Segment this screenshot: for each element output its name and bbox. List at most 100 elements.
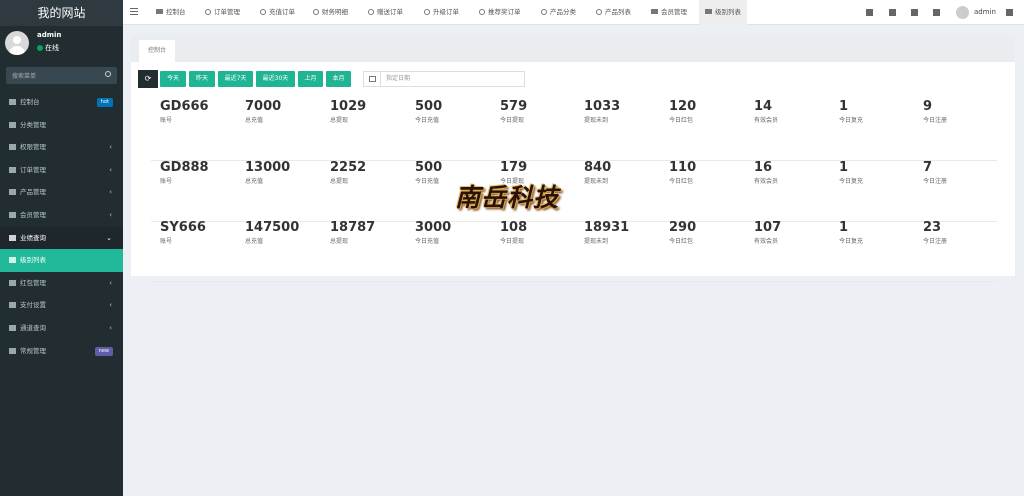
app-title[interactable]: 我的网站 (0, 0, 123, 26)
stat-value: 16 (754, 160, 773, 175)
sidebar-item-level-list[interactable]: 级别列表 (0, 249, 123, 272)
filter-this-month-button[interactable]: 本月 (326, 71, 351, 87)
sidebar-item-performance[interactable]: 业绩查询 ⌄ (0, 226, 123, 250)
user-icon (651, 9, 658, 14)
stat-today-redpacket: 120 今日红包 (669, 100, 696, 125)
table-icon (9, 257, 16, 264)
sidebar-item-general[interactable]: 常规管理 new (0, 340, 123, 363)
calendar-icon (364, 72, 381, 86)
tab-orders[interactable]: 订单管理 (205, 0, 240, 25)
stat-withdraw-pending: 18931 提现未到 (584, 221, 629, 246)
stat-label: 今日复充 (839, 178, 864, 185)
chevron-left-icon: ‹ (109, 188, 112, 197)
sidebar-item-members[interactable]: 会员管理 ‹ (0, 204, 123, 227)
tab-gift-orders[interactable]: 赠送订单 (368, 0, 403, 25)
new-badge: new (94, 346, 113, 356)
home-icon[interactable] (866, 9, 873, 16)
filter-today-button[interactable]: 今天 (160, 71, 186, 87)
gears-icon[interactable] (1006, 9, 1013, 16)
hot-badge: hot (96, 98, 113, 107)
stat-label: 账号 (160, 117, 173, 124)
content-tab-dashboard[interactable]: 控制台 (139, 40, 175, 62)
stat-active-members: 107 有效会员 (754, 220, 782, 246)
content-tab-header: 控制台 (131, 35, 1015, 62)
bitcoin-icon (9, 302, 16, 309)
stat-label: 提现未到 (584, 178, 609, 185)
tab-product-category[interactable]: 产品分类 (541, 0, 576, 25)
tab-product-list[interactable]: 产品列表 (596, 0, 631, 25)
sidebar-item-channel[interactable]: 通道查询 ‹ (0, 317, 123, 340)
tab-label: 订单管理 (214, 8, 240, 16)
user-status: 在线 (37, 43, 59, 53)
tab-members[interactable]: 会员管理 (651, 0, 687, 25)
stat-value: 3000 (415, 220, 452, 235)
tab-dashboard[interactable]: 控制台 (156, 0, 186, 25)
sidebar-item-label: 会员管理 (20, 210, 46, 219)
stat-value: 23 (923, 220, 942, 235)
circle-icon (596, 9, 602, 15)
stat-label: 账号 (160, 238, 173, 245)
bitcoin-icon (9, 324, 16, 331)
search-icon[interactable] (105, 71, 111, 77)
sidebar-item-orders[interactable]: 订单管理 ‹ (0, 159, 123, 182)
filter-last-month-button[interactable]: 上月 (298, 71, 323, 87)
stat-account: SY666 账号 (160, 220, 206, 246)
refresh-button[interactable]: ⟳ (138, 70, 158, 88)
trash-icon[interactable] (889, 9, 896, 16)
stat-value: 107 (754, 220, 782, 235)
stat-label: 总提现 (330, 178, 349, 185)
stats-row: GD888 账号 13000 总充值 2252 总提现 500 今日充值 179 今日提现… (151, 161, 997, 222)
language-icon[interactable] (911, 9, 918, 16)
sidebar-search-placeholder: 搜索菜单 (12, 73, 37, 80)
stats-row: SY666 账号 147500 总充值 18787 总提现 3000 今日充值 108 今… (151, 221, 997, 282)
tab-label: 财务明细 (322, 8, 348, 16)
filter-30days-button[interactable]: 最近30天 (256, 71, 295, 87)
bitcoin-icon (9, 279, 16, 286)
sidebar-item-payment[interactable]: 支付设置 ‹ (0, 294, 123, 317)
filter-7days-button[interactable]: 最近7天 (218, 71, 253, 87)
menu-toggle-icon[interactable] (130, 8, 138, 15)
avatar (5, 31, 29, 55)
sidebar-item-label: 控制台 (20, 98, 40, 106)
avatar[interactable] (956, 6, 969, 19)
chevron-left-icon: ‹ (109, 323, 112, 332)
stat-label: 账号 (160, 178, 173, 185)
stat-value: 18787 (330, 220, 376, 235)
watermark-text: 南岳科技 (455, 183, 560, 212)
stat-value: GD666 (160, 99, 209, 114)
stat-label: 总提现 (330, 238, 349, 245)
sidebar-search-input[interactable]: 搜索菜单 (6, 67, 117, 84)
sidebar-item-dashboard[interactable]: 控制台 hot (0, 91, 123, 114)
circle-icon (313, 9, 319, 15)
list-icon (9, 166, 16, 173)
tab-level-list[interactable]: 级别列表 (699, 0, 747, 25)
filter-yesterday-button[interactable]: 昨天 (189, 71, 215, 87)
list-icon (9, 121, 16, 128)
tab-label: 升级订单 (433, 8, 459, 16)
stat-label: 今日复充 (839, 238, 864, 245)
stat-today-recharge: 3000 今日充值 (415, 220, 452, 246)
chevron-left-icon: ‹ (109, 143, 112, 152)
stat-total-withdraw: 2252 总提现 (330, 161, 366, 186)
tab-finance[interactable]: 财务明细 (313, 0, 348, 25)
stat-value: 7000 (245, 99, 282, 114)
top-user-name[interactable]: admin (974, 0, 996, 25)
stat-label: 有效会员 (754, 238, 779, 245)
stat-value: SY666 (160, 220, 206, 235)
sidebar-item-category[interactable]: 分类管理 (0, 114, 123, 137)
stat-active-members: 16 有效会员 (754, 160, 778, 186)
sidebar-item-permission[interactable]: 权限管理 ‹ (0, 136, 123, 159)
tab-recharge-orders[interactable]: 充值订单 (260, 0, 295, 25)
stat-value: 110 (669, 160, 697, 175)
stat-total-recharge: 147500 总充值 (245, 221, 299, 246)
date-input[interactable]: 指定日期 (363, 71, 525, 87)
stat-value: 9 (923, 99, 933, 114)
user-status-label: 在线 (45, 44, 59, 52)
stat-label: 今日注册 (923, 117, 948, 124)
sidebar-item-products[interactable]: 产品管理 ‹ (0, 181, 123, 204)
tab-label: 赠送订单 (377, 8, 403, 16)
fullscreen-icon[interactable] (933, 9, 940, 16)
tab-upgrade-orders[interactable]: 升级订单 (424, 0, 459, 25)
sidebar-item-redpacket[interactable]: 红包管理 ‹ (0, 272, 123, 295)
tab-referral-orders[interactable]: 推荐奖订单 (479, 0, 521, 25)
